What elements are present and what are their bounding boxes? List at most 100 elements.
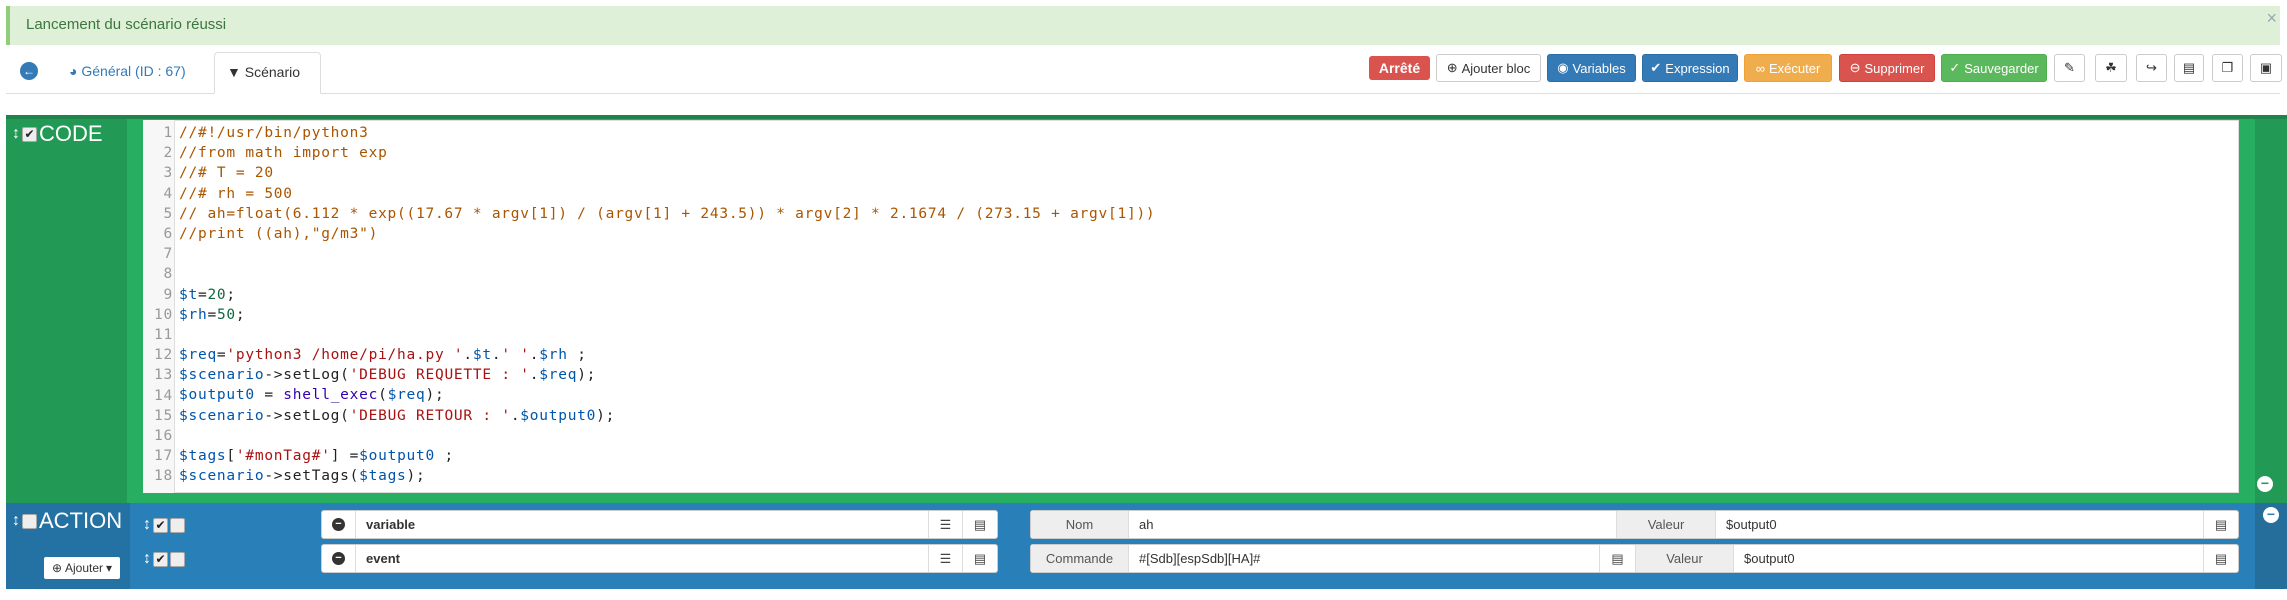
code-token: ; [226,286,236,303]
action-block-header: ↕ ACTION [12,508,122,534]
share-icon[interactable]: ↪ [2136,54,2167,82]
value-input[interactable]: $output0 [1716,511,2204,538]
code-token: ; [435,448,454,464]
close-alert-button[interactable]: × [2266,8,2277,29]
code-line: //from math import exp [179,143,1155,163]
line-number: 2 [163,145,173,162]
block-title: CODE [39,121,103,146]
code-token: 50 [216,306,236,323]
options-icon[interactable]: ▤ [963,545,997,572]
param-label: Nom [1031,511,1129,538]
tab-divider [6,93,2280,94]
line-number: 1 [163,125,173,141]
code-token: $scenario [179,468,265,485]
back-arrow-icon[interactable]: ← [20,62,38,80]
code-token: . [529,347,540,364]
drag-handle-icon[interactable]: ↕ [143,516,151,534]
enable-checkbox[interactable] [22,513,37,529]
tab-general[interactable]: ◕ Général (ID : 67) [69,63,186,79]
variables-label: Variables [1572,60,1626,76]
add-block-button[interactable]: ⊕ Ajouter bloc [1436,54,1541,82]
line-number: 12 [154,347,173,364]
code-token: 'python3 /home/pi/ha.py ' [226,347,464,364]
line-number: 4 [163,185,173,202]
add-block-label: Ajouter bloc [1461,60,1531,76]
code-line: $scenario->setLog('DEBUG RETOUR : '.$out… [179,406,1155,426]
list-icon[interactable]: ▤ [2204,545,2238,572]
param-label: Valeur [1636,545,1734,572]
add-action-label: Ajouter [65,561,104,575]
dashboard-icon: ◕ [69,63,82,79]
code-line: $rh=50; [179,305,1155,325]
code-token: 'DEBUG REQUETTE : ' [349,367,530,384]
code-token: //# rh = 500 [179,185,293,202]
remove-action-button[interactable]: − [322,511,356,538]
value-input[interactable]: $output0 [1734,545,2204,572]
name-input[interactable]: ah [1129,511,1617,538]
enable-checkbox[interactable]: ✔ [153,517,168,533]
alert-message: Lancement du scénario réussi [26,16,227,33]
save-button[interactable]: ✓ Sauvegarder [1941,54,2047,82]
remove-block-icon[interactable]: − [2257,476,2273,492]
action-row-controls: ↕ ✔ [143,516,185,534]
expression-button[interactable]: ✔ Expression [1642,54,1738,82]
list-icon[interactable]: ☰ [929,545,963,572]
fullscreen-icon[interactable]: ▣ [2250,54,2282,82]
action-type[interactable]: variable [356,511,929,538]
remove-action-button[interactable]: − [322,545,356,572]
edit-icon[interactable]: ✎ [2054,54,2085,82]
list-icon[interactable]: ☰ [929,511,963,538]
line-number: 15 [154,407,173,424]
list-icon[interactable]: ▤ [2204,511,2238,538]
tab-scenario-label: Scénario [244,64,301,80]
check-circle-icon: ✓ [1949,60,1961,75]
options-icon[interactable]: ▤ [963,511,997,538]
code-content[interactable]: //#!/usr/bin/python3 //from math import e… [179,123,1155,486]
code-token: $rh [539,347,568,364]
drag-handle-icon[interactable]: ↕ [12,512,20,530]
execute-button[interactable]: ∞ Exécuter [1744,54,1832,82]
variables-button[interactable]: ◉ Variables [1547,54,1636,82]
code-token: ] = [330,448,360,464]
code-token: $scenario [179,367,265,384]
save-label: Sauvegarder [1964,60,2039,76]
code-token: [ [226,448,236,464]
code-token: ); [406,468,426,485]
line-number: 5 [163,205,173,222]
enable-checkbox[interactable]: ✔ [22,126,37,142]
minus-circle-icon: − [332,518,345,531]
add-action-dropdown[interactable]: ⊕ Ajouter ▾ [44,557,120,579]
drag-handle-icon[interactable]: ↕ [12,125,20,143]
gamepad-icon: ∞ [1755,60,1765,76]
command-input[interactable]: #[Sdb][espSdb][HA]# [1129,545,1600,572]
execute-label: Exécuter [1768,60,1821,76]
code-line: $output0 = shell_exec($req); [179,385,1155,405]
line-number: 6 [163,226,173,243]
drag-handle-icon[interactable]: ↕ [143,550,151,568]
remove-block-icon[interactable]: − [2263,507,2279,523]
code-line: $scenario->setLog('DEBUG REQUETTE : '.$r… [179,365,1155,385]
cubes-icon[interactable]: ☘ [2095,54,2127,82]
code-token: $req [387,387,426,404]
check-icon: ✔ [1650,60,1662,75]
action-params-row: Commande #[Sdb][espSdb][HA]# ▤ Valeur $o… [1030,544,2239,573]
status-badge: Arrêté [1369,56,1430,80]
file-icon[interactable]: ▤ [2174,54,2204,82]
line-numbers: 1 2 3 4 5 6 7 8 9 10 11 12 13 14 15 16 17 18 [143,123,173,487]
enable-checkbox[interactable]: ✔ [153,551,168,567]
copy-icon[interactable]: ❐ [2212,54,2243,82]
code-token: $req [539,367,578,384]
parallel-checkbox[interactable] [170,517,185,533]
tab-scenario[interactable]: ▼ Scénario [214,52,321,94]
code-token: $req [179,347,217,364]
delete-button[interactable]: ⊖ Supprimer [1839,54,1935,82]
parallel-checkbox[interactable] [170,551,185,567]
line-number: 17 [154,448,173,465]
action-params-row: Nom ah Valeur $output0 ▤ [1030,510,2239,539]
action-type[interactable]: event [356,545,929,572]
param-label: Commande [1031,545,1129,572]
select-command-icon[interactable]: ▤ [1600,545,1636,572]
expression-label: Expression [1665,60,1730,76]
